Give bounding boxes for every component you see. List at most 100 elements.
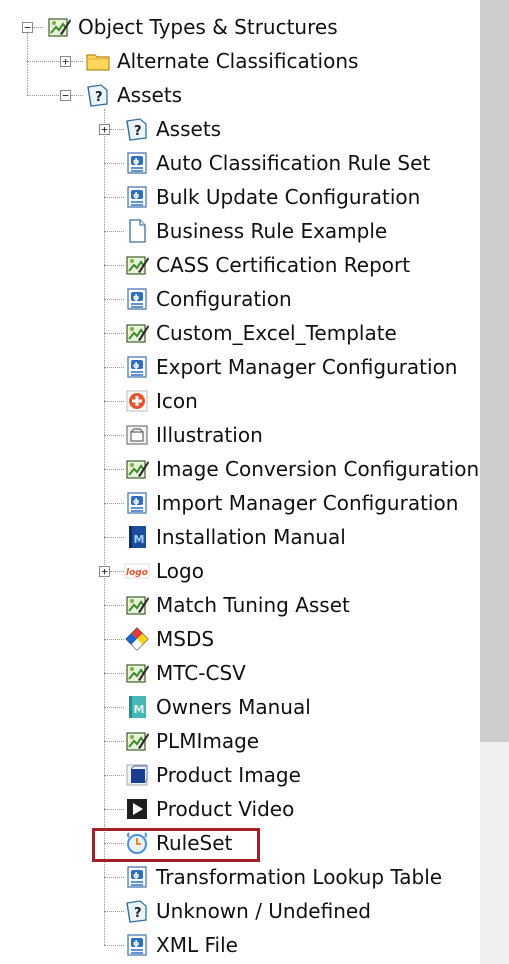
tree-node-label: Alternate Classifications bbox=[117, 49, 359, 73]
tree-node-icon[interactable]: Icon bbox=[124, 386, 198, 416]
object-tree: − Object Types & Structures + Alternate Cla… bbox=[0, 0, 480, 964]
tree-node-product-video[interactable]: Product Video bbox=[124, 794, 294, 824]
tree-connector-horizontal bbox=[104, 741, 124, 742]
tree-node-label: Match Tuning Asset bbox=[156, 593, 350, 617]
tree-node-unknown-undefined[interactable]: ? Unknown / Undefined bbox=[124, 896, 371, 926]
expand-toggle-logo[interactable]: + bbox=[99, 566, 110, 577]
tree-node-label: Configuration bbox=[156, 287, 292, 311]
tree-connector-horizontal bbox=[71, 95, 83, 96]
tree-node-product-image[interactable]: Product Image bbox=[124, 760, 301, 790]
tree-node-export-manager-configuration[interactable]: ϕ Export Manager Configuration bbox=[124, 352, 457, 382]
tree-node-label: XML File bbox=[156, 933, 238, 957]
tree-node-object-types-structures[interactable]: Object Types & Structures bbox=[46, 12, 338, 42]
icon-asset-icon bbox=[124, 388, 150, 414]
tree-node-assets[interactable]: ? Assets bbox=[124, 114, 221, 144]
owners-manual-icon: M bbox=[124, 694, 150, 720]
folder-icon bbox=[85, 48, 111, 74]
tree-connector-horizontal bbox=[104, 537, 124, 538]
ruleset-highlight-box bbox=[92, 828, 260, 862]
tree-connector-horizontal bbox=[104, 163, 124, 164]
tree-connector-horizontal bbox=[104, 333, 124, 334]
tree-connector-horizontal bbox=[104, 707, 124, 708]
tree-node-alternate-classifications-l1[interactable]: Alternate Classifications bbox=[85, 46, 358, 76]
tree-connector-vertical bbox=[104, 109, 105, 945]
tree-node-label: Auto Classification Rule Set bbox=[156, 151, 431, 175]
tree-connector-horizontal bbox=[110, 129, 124, 130]
collapse-toggle-root[interactable]: − bbox=[22, 22, 33, 33]
tree-node-label: Transformation Lookup Table bbox=[156, 865, 443, 889]
tree-node-match-tuning-asset[interactable]: Match Tuning Asset bbox=[124, 590, 350, 620]
expand-toggle-alternate-classifications[interactable]: + bbox=[60, 56, 71, 67]
svg-text:ϕ: ϕ bbox=[133, 157, 139, 166]
svg-text:ϕ: ϕ bbox=[133, 293, 139, 302]
tree-node-logo[interactable]: logo Logo bbox=[124, 556, 204, 586]
logo-icon: logo bbox=[124, 558, 150, 584]
tree-node-xml-file[interactable]: ϕ XML File bbox=[124, 930, 238, 960]
tree-node-label: Owners Manual bbox=[156, 695, 311, 719]
svg-text:?: ? bbox=[134, 906, 142, 921]
tree-connector-horizontal bbox=[104, 877, 124, 878]
tree-node-label: Logo bbox=[156, 559, 204, 583]
tree-connector-vertical bbox=[27, 33, 28, 95]
object-type-icon bbox=[124, 728, 150, 754]
svg-text:M: M bbox=[134, 703, 145, 716]
tree-node-assets-l1[interactable]: ? Assets bbox=[85, 80, 182, 110]
tree-node-bulk-update-configuration[interactable]: ϕ Bulk Update Configuration bbox=[124, 182, 420, 212]
object-type-icon bbox=[124, 320, 150, 346]
product-image-icon bbox=[124, 762, 150, 788]
tree-node-illustration[interactable]: Illustration bbox=[124, 420, 263, 450]
tree-node-label: Custom_Excel_Template bbox=[156, 321, 397, 345]
tree-connector-horizontal bbox=[104, 911, 124, 912]
unknown-asset-icon: ? bbox=[85, 82, 111, 108]
scrollbar-thumb[interactable] bbox=[480, 0, 509, 742]
svg-text:ϕ: ϕ bbox=[133, 871, 139, 880]
tree-node-label: Unknown / Undefined bbox=[156, 899, 371, 923]
collapse-toggle-assets[interactable]: − bbox=[60, 90, 71, 101]
tree-node-label: Icon bbox=[156, 389, 198, 413]
tree-node-plmimage[interactable]: PLMImage bbox=[124, 726, 259, 756]
tree-connector-horizontal bbox=[104, 673, 124, 674]
tree-node-label: CASS Certification Report bbox=[156, 253, 411, 277]
tree-node-label: Illustration bbox=[156, 423, 263, 447]
msds-diamond-icon bbox=[124, 626, 150, 652]
tree-node-cass-certification-report[interactable]: CASS Certification Report bbox=[124, 250, 410, 280]
expand-toggle-assets[interactable]: + bbox=[99, 124, 110, 135]
tree-connector-horizontal bbox=[27, 61, 59, 62]
tree-node-business-rule-example[interactable]: Business Rule Example bbox=[124, 216, 387, 246]
tree-node-installation-manual[interactable]: M Installation Manual bbox=[124, 522, 346, 552]
tree-node-label: Assets bbox=[156, 117, 222, 141]
tree-connector-horizontal bbox=[104, 809, 124, 810]
unknown-asset-icon: ? bbox=[124, 116, 150, 142]
tree-node-msds[interactable]: MSDS bbox=[124, 624, 214, 654]
svg-text:ϕ: ϕ bbox=[133, 361, 139, 370]
tree-node-label: MTC-CSV bbox=[156, 661, 246, 685]
tree-node-mtc-csv[interactable]: MTC-CSV bbox=[124, 658, 246, 688]
config-file-icon: ϕ bbox=[124, 932, 150, 958]
tree-connector-horizontal bbox=[104, 775, 124, 776]
tree-connector-horizontal bbox=[104, 401, 124, 402]
tree-node-label: Installation Manual bbox=[156, 525, 346, 549]
tree-node-configuration[interactable]: ϕ Configuration bbox=[124, 284, 292, 314]
tree-node-owners-manual[interactable]: M Owners Manual bbox=[124, 692, 311, 722]
tree-node-label: Object Types & Structures bbox=[78, 15, 338, 39]
tree-node-image-conversion-configuration[interactable]: Image Conversion Configuration bbox=[124, 454, 479, 484]
tree-node-import-manager-configuration[interactable]: ϕ Import Manager Configuration bbox=[124, 488, 458, 518]
object-type-icon bbox=[124, 252, 150, 278]
tree-node-auto-classification-rule-set[interactable]: ϕ Auto Classification Rule Set bbox=[124, 148, 430, 178]
object-type-icon bbox=[124, 660, 150, 686]
tree-connector-horizontal bbox=[104, 469, 124, 470]
tree-connector-horizontal bbox=[33, 27, 43, 28]
object-type-icon bbox=[124, 456, 150, 482]
svg-text:ϕ: ϕ bbox=[133, 191, 139, 200]
vertical-scrollbar[interactable] bbox=[480, 0, 509, 964]
tree-node-custom-excel-template[interactable]: Custom_Excel_Template bbox=[124, 318, 397, 348]
config-file-icon: ϕ bbox=[124, 354, 150, 380]
tree-node-transformation-lookup-table[interactable]: ϕ Transformation Lookup Table bbox=[124, 862, 442, 892]
tree-node-label: Import Manager Configuration bbox=[156, 491, 459, 515]
manual-book-icon: M bbox=[124, 524, 150, 550]
tree-connector-horizontal bbox=[104, 435, 124, 436]
config-file-icon: ϕ bbox=[124, 490, 150, 516]
tree-node-label: PLMImage bbox=[156, 729, 260, 753]
tree-connector-horizontal bbox=[104, 231, 124, 232]
tree-node-label: Image Conversion Configuration bbox=[156, 457, 480, 481]
